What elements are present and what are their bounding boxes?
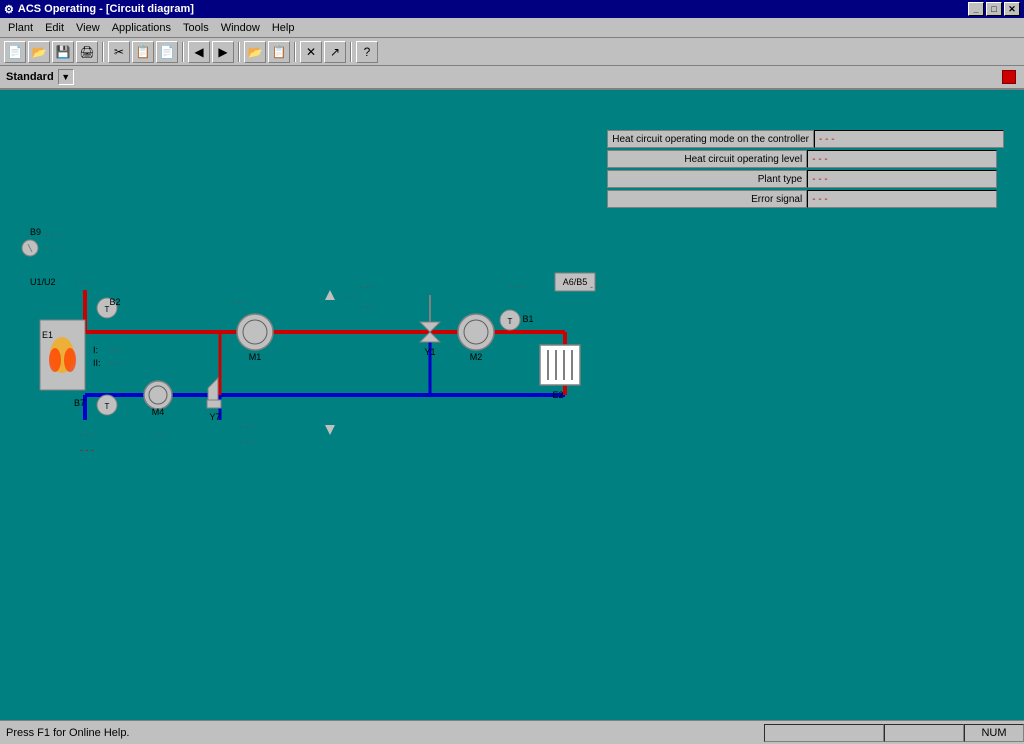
status-num-lock: NUM bbox=[964, 724, 1024, 742]
svg-text:T: T bbox=[105, 402, 110, 411]
info-value-plant: - - - bbox=[807, 170, 997, 188]
svg-text:T: T bbox=[508, 317, 513, 326]
svg-text:- - -: - - - bbox=[232, 297, 246, 307]
app-icon: ⚙ bbox=[4, 3, 14, 16]
tb-new[interactable]: 📄 bbox=[4, 41, 26, 63]
svg-text:- - -: - - - bbox=[360, 282, 374, 292]
svg-text:U1/U2: U1/U2 bbox=[30, 277, 56, 287]
svg-text:B7: B7 bbox=[74, 398, 85, 408]
tb-sep5 bbox=[350, 42, 352, 62]
menu-view[interactable]: View bbox=[70, 20, 106, 36]
info-panel: Heat circuit operating mode on the contr… bbox=[607, 130, 1004, 210]
tb-print[interactable]: 🖨 bbox=[76, 41, 98, 63]
svg-text:M4: M4 bbox=[152, 407, 165, 417]
info-value-error: - - - bbox=[807, 190, 997, 208]
tb-sep2 bbox=[182, 42, 184, 62]
standard-dropdown[interactable]: ▼ bbox=[58, 69, 74, 85]
info-value-level: - - - bbox=[807, 150, 997, 168]
svg-text:B2: B2 bbox=[109, 297, 120, 307]
tb-forward[interactable]: ▶ bbox=[212, 41, 234, 63]
svg-text:- - -: - - - bbox=[360, 302, 374, 312]
menu-applications[interactable]: Applications bbox=[106, 20, 177, 36]
svg-text:E1: E1 bbox=[42, 330, 53, 340]
tb-copy[interactable]: 📋 bbox=[132, 41, 154, 63]
info-row-level: Heat circuit operating level - - - bbox=[607, 150, 1004, 168]
svg-text:- - -: - - - bbox=[108, 358, 122, 368]
svg-text:A6/B5: A6/B5 bbox=[563, 277, 588, 287]
svg-text:- - -: - - - bbox=[150, 430, 164, 440]
svg-text:- - -: - - - bbox=[240, 422, 254, 432]
svg-text:- - -: - - - bbox=[75, 277, 89, 287]
tb-delete[interactable]: ✕ bbox=[300, 41, 322, 63]
tb-open2[interactable]: 📂 bbox=[244, 41, 266, 63]
status-bar: Press F1 for Online Help. NUM bbox=[0, 720, 1024, 744]
svg-text:- - -: - - - bbox=[240, 437, 254, 447]
status-section-2 bbox=[884, 724, 964, 742]
svg-text:- - -: - - - bbox=[108, 345, 122, 355]
info-row-plant: Plant type - - - bbox=[607, 170, 1004, 188]
status-indicator bbox=[1002, 70, 1016, 84]
tb-sep1 bbox=[102, 42, 104, 62]
info-label-mode: Heat circuit operating mode on the contr… bbox=[607, 130, 814, 148]
standard-label: Standard bbox=[6, 71, 54, 83]
svg-text:B1: B1 bbox=[522, 314, 533, 324]
main-area: M1 M2 M4 Y1 Y7 T B2 T B1 T B7 E2 bbox=[0, 90, 1024, 710]
info-label-level: Heat circuit operating level bbox=[607, 150, 807, 168]
info-row-error: Error signal - - - bbox=[607, 190, 1004, 208]
standard-bar: Standard ▼ bbox=[0, 66, 1024, 90]
menu-window[interactable]: Window bbox=[215, 20, 266, 36]
svg-text:- - -: - - - bbox=[590, 282, 604, 292]
svg-text:B9: B9 bbox=[30, 227, 41, 237]
svg-text:I:: I: bbox=[93, 345, 98, 355]
status-section-1 bbox=[764, 724, 884, 742]
svg-text:- - -: - - - bbox=[510, 282, 524, 292]
tb-cut[interactable]: ✂ bbox=[108, 41, 130, 63]
minimize-button[interactable]: _ bbox=[968, 2, 984, 16]
menu-tools[interactable]: Tools bbox=[177, 20, 215, 36]
info-row-mode: Heat circuit operating mode on the contr… bbox=[607, 130, 1004, 148]
tb-sep4 bbox=[294, 42, 296, 62]
svg-text:Y1: Y1 bbox=[424, 347, 435, 357]
info-label-error: Error signal bbox=[607, 190, 807, 208]
svg-text:- - -: - - - bbox=[80, 445, 94, 455]
svg-text:Y7: Y7 bbox=[209, 412, 220, 422]
info-value-mode: - - - bbox=[814, 130, 1004, 148]
status-help-text: Press F1 for Online Help. bbox=[6, 727, 130, 739]
svg-text:- - -: - - - bbox=[45, 244, 59, 254]
tb-doc[interactable]: 📋 bbox=[268, 41, 290, 63]
svg-text:E2: E2 bbox=[552, 390, 563, 400]
tb-save[interactable]: 💾 bbox=[52, 41, 74, 63]
tb-link[interactable]: ↗ bbox=[324, 41, 346, 63]
svg-text:- - -: - - - bbox=[45, 230, 59, 240]
menu-plant[interactable]: Plant bbox=[2, 20, 39, 36]
title-text: ACS Operating - [Circuit diagram] bbox=[18, 3, 194, 15]
close-button[interactable]: ✕ bbox=[1004, 2, 1020, 16]
tb-paste[interactable]: 📄 bbox=[156, 41, 178, 63]
toolbar: 📄 📂 💾 🖨 ✂ 📋 📄 ◀ ▶ 📂 📋 ✕ ↗ ? bbox=[0, 38, 1024, 66]
menu-help[interactable]: Help bbox=[266, 20, 301, 36]
tb-help[interactable]: ? bbox=[356, 41, 378, 63]
svg-text:M2: M2 bbox=[470, 352, 483, 362]
menu-edit[interactable]: Edit bbox=[39, 20, 70, 36]
tb-open[interactable]: 📂 bbox=[28, 41, 50, 63]
tb-sep3 bbox=[238, 42, 240, 62]
menu-bar: Plant Edit View Applications Tools Windo… bbox=[0, 18, 1024, 38]
info-label-plant: Plant type bbox=[607, 170, 807, 188]
maximize-button[interactable]: □ bbox=[986, 2, 1002, 16]
svg-text:- - -: - - - bbox=[80, 430, 94, 440]
tb-back[interactable]: ◀ bbox=[188, 41, 210, 63]
svg-text:II:: II: bbox=[93, 358, 101, 368]
svg-text:- - -: - - - bbox=[340, 292, 354, 302]
svg-text:M1: M1 bbox=[249, 352, 262, 362]
title-bar: ⚙ ACS Operating - [Circuit diagram] _ □ … bbox=[0, 0, 1024, 18]
